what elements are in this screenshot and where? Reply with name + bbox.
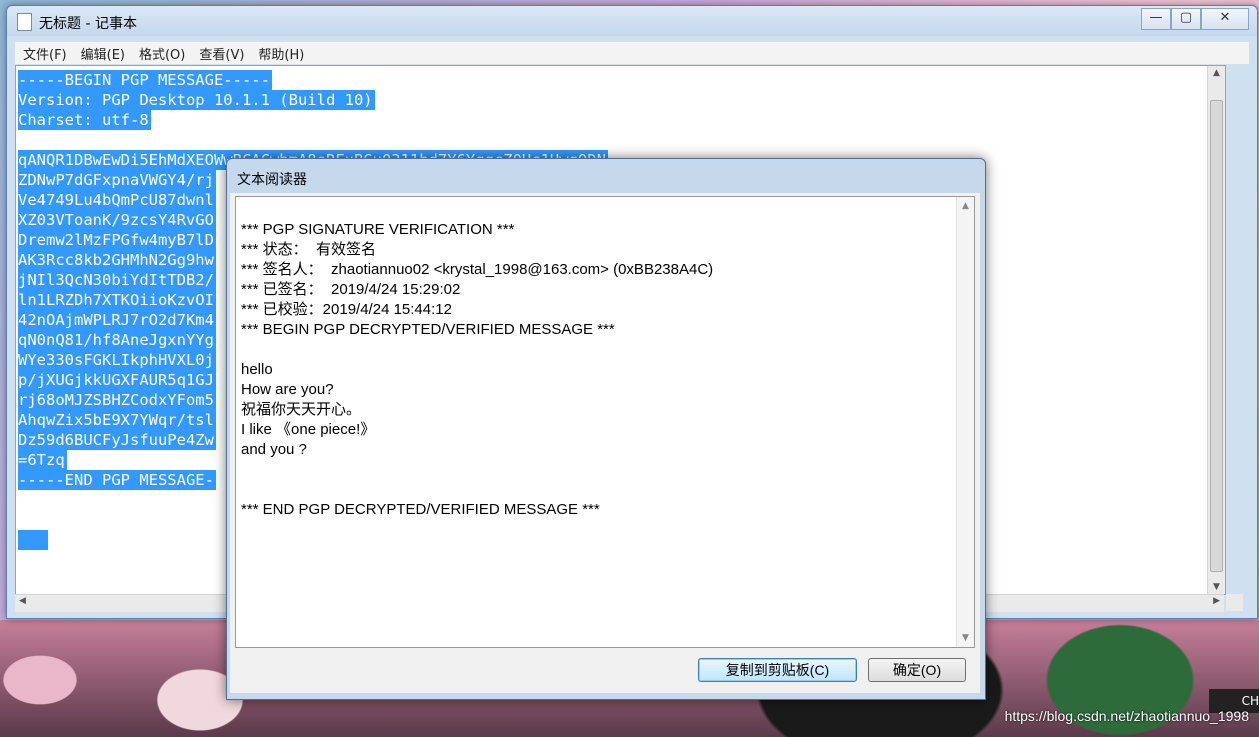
editor-line: Version: PGP Desktop 10.1.1 (Build 10) bbox=[18, 90, 608, 110]
verification-line bbox=[241, 460, 713, 480]
scroll-thumb[interactable] bbox=[1210, 100, 1223, 572]
menu-help[interactable]: 帮助(H) bbox=[258, 44, 304, 63]
scroll-down-icon[interactable]: ▼ bbox=[1208, 582, 1225, 592]
notepad-app-icon bbox=[17, 13, 32, 31]
verification-line: *** 已校验：2019/4/24 15:44:12 bbox=[241, 301, 452, 318]
selected-text: Ve4749Lu4bQmPcU87dwnl bbox=[18, 190, 216, 210]
selected-text: p/jXUGjkkUGXFAUR5q1GJ bbox=[18, 370, 216, 390]
close-button[interactable]: ✕ bbox=[1201, 8, 1249, 30]
menu-bar: 文件(F) 编辑(E) 格式(O) 查看(V) 帮助(H) bbox=[15, 42, 1249, 64]
selected-text: AhqwZix5bE9X7YWqr/tsl bbox=[18, 410, 216, 430]
dialog-scroll-up-icon[interactable]: ▲ bbox=[957, 201, 974, 211]
dialog-body: *** PGP SIGNATURE VERIFICATION *** *** 状态… bbox=[230, 193, 980, 693]
watermark: https://blog.csdn.net/zhaotiannuo_1998 bbox=[1004, 708, 1249, 724]
selected-text: AK3Rcc8kb2GHMhN2Gg9hw bbox=[18, 250, 216, 270]
verification-line: *** BEGIN PGP DECRYPTED/VERIFIED MESSAGE… bbox=[241, 321, 615, 338]
selected-text: Charset: utf-8 bbox=[18, 110, 151, 130]
window-title: 无标题 - 记事本 bbox=[39, 16, 137, 32]
verification-line: hello bbox=[241, 361, 273, 378]
selected-text: qN0nQ81/hf8AneJgxnYYg bbox=[18, 330, 216, 350]
dialog-scroll-down-icon[interactable]: ▼ bbox=[957, 633, 974, 643]
verification-line: *** 状态： 有效签名 bbox=[241, 241, 377, 258]
verification-line: How are you? bbox=[241, 381, 334, 398]
dialog-title: 文本阅读器 bbox=[237, 172, 307, 188]
verification-line: *** 签名人： zhaotiannuo02 <krystal_1998@163… bbox=[241, 261, 714, 278]
selected-text: ln1LRZDh7XTKOiioKzvOI bbox=[18, 290, 216, 310]
verification-line bbox=[241, 480, 713, 500]
verification-line: *** END PGP DECRYPTED/VERIFIED MESSAGE *… bbox=[241, 501, 600, 518]
menu-view[interactable]: 查看(V) bbox=[199, 44, 244, 63]
menu-format[interactable]: 格式(O) bbox=[139, 44, 185, 63]
size-grip[interactable] bbox=[1226, 594, 1243, 611]
notepad-titlebar[interactable]: 无标题 - 记事本 — ▢ ✕ bbox=[7, 6, 1257, 36]
ok-button[interactable]: 确定(O) bbox=[868, 658, 966, 682]
selected-text: WYe330sFGKLIkphHVXL0j bbox=[18, 350, 216, 370]
scroll-up-icon[interactable]: ▲ bbox=[1208, 68, 1225, 78]
menu-file[interactable]: 文件(F) bbox=[23, 44, 67, 63]
editor-line: Charset: utf-8 bbox=[18, 110, 608, 130]
selected-text: jNIl3QcN30biYdItTDB2/ bbox=[18, 270, 216, 290]
verification-line: and you ? bbox=[241, 441, 307, 458]
selected-text: -----END PGP MESSAGE- bbox=[18, 470, 216, 490]
scroll-left-icon[interactable]: ◀ bbox=[19, 596, 26, 606]
verification-textbox[interactable]: *** PGP SIGNATURE VERIFICATION *** *** 状态… bbox=[235, 196, 975, 648]
selected-text: ZDNwP7dGFxpnaVWGY4/rj bbox=[18, 170, 216, 190]
selected-text: Version: PGP Desktop 10.1.1 (Build 10) bbox=[18, 90, 375, 110]
verification-line: *** 已签名： 2019/4/24 15:29:02 bbox=[241, 281, 461, 298]
copy-to-clipboard-button[interactable]: 复制到剪贴板(C) bbox=[698, 658, 857, 682]
selected-text: -----BEGIN PGP MESSAGE----- bbox=[18, 70, 272, 90]
editor-line: -----BEGIN PGP MESSAGE----- bbox=[18, 70, 608, 90]
menu-edit[interactable]: 编辑(E) bbox=[81, 44, 125, 63]
selected-text: Dremw2lMzFPGfw4myB7lD bbox=[18, 230, 216, 250]
verification-line: 祝福你天天开心。 bbox=[241, 401, 362, 418]
text-reader-dialog: 文本阅读器 *** PGP SIGNATURE VERIFICATION ***… bbox=[226, 158, 986, 700]
dialog-vertical-scrollbar[interactable]: ▲ ▼ bbox=[956, 197, 974, 647]
vertical-scrollbar[interactable]: ▲ ▼ bbox=[1207, 66, 1225, 594]
selected-text: =6Tzq bbox=[18, 450, 67, 470]
selected-text: rj68oMJZSBHZCodxYFom5 bbox=[18, 390, 216, 410]
selected-text: Dz59d6BUCFyJsfuuPe4Zw bbox=[18, 430, 216, 450]
maximize-button[interactable]: ▢ bbox=[1171, 8, 1201, 30]
verification-line bbox=[241, 340, 713, 360]
selected-text bbox=[18, 530, 48, 550]
selected-text: XZ03VToanK/9zcsY4RvGO bbox=[18, 210, 216, 230]
minimize-button[interactable]: — bbox=[1141, 8, 1171, 30]
scroll-right-icon[interactable]: ▶ bbox=[1213, 596, 1220, 606]
selected-text: 42nOAjmWPLRJ7rO2d7Km4 bbox=[18, 310, 216, 330]
verification-lines: *** PGP SIGNATURE VERIFICATION *** *** 状态… bbox=[241, 220, 713, 520]
caption-buttons: — ▢ ✕ bbox=[1141, 8, 1249, 30]
verification-line: I like 《one piece!》 bbox=[241, 421, 376, 438]
verification-line: *** PGP SIGNATURE VERIFICATION *** bbox=[241, 221, 515, 238]
